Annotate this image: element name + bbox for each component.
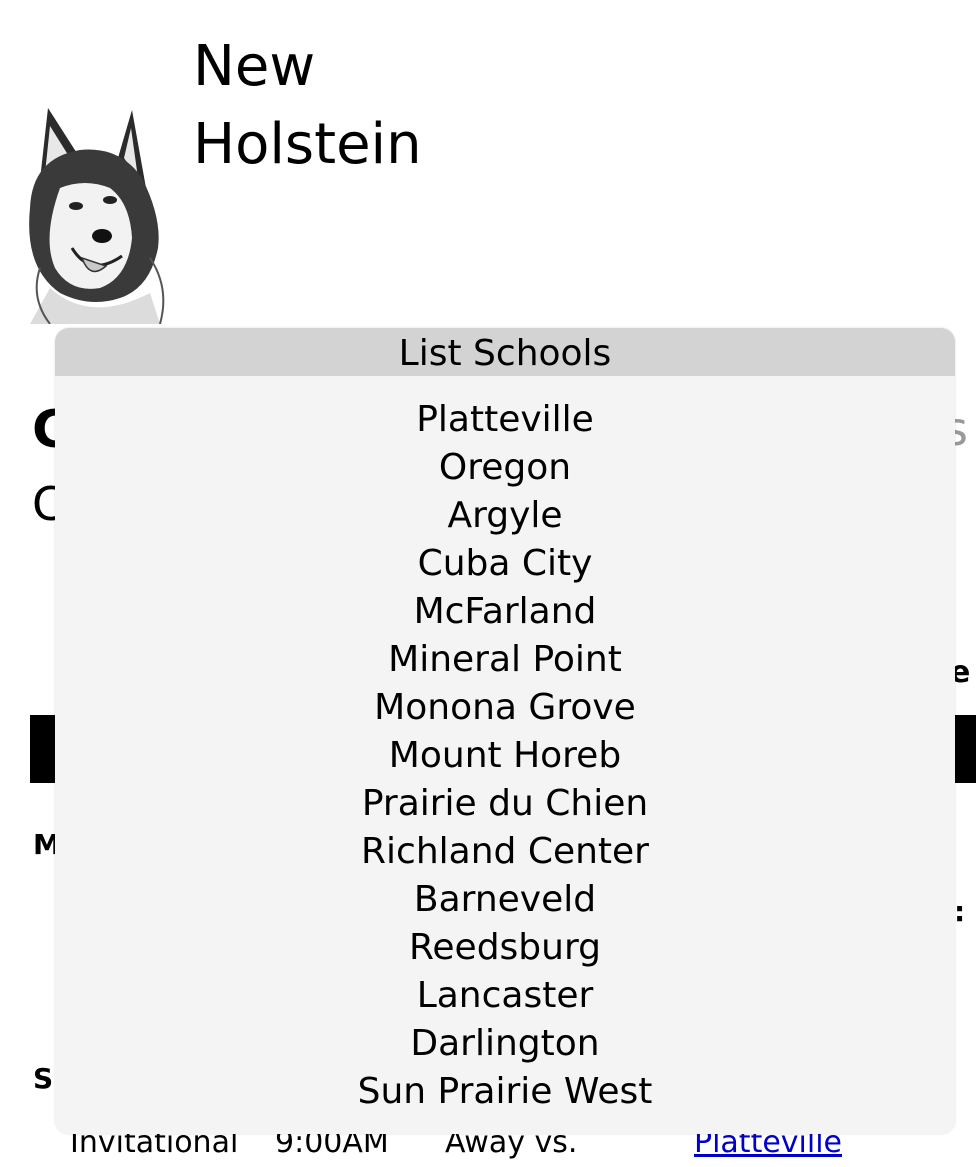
popup-title: List Schools	[55, 328, 955, 376]
schedule-label-fragment: S	[33, 1062, 54, 1095]
school-name: New Holstein	[193, 28, 422, 184]
school-item-oregon[interactable]: Oregon	[55, 444, 955, 492]
school-item-mount-horeb[interactable]: Mount Horeb	[55, 732, 955, 780]
school-name-line1: New	[193, 34, 316, 99]
school-name-line2: Holstein	[193, 112, 422, 177]
school-item-mineral-point[interactable]: Mineral Point	[55, 636, 955, 684]
school-item-monona-grove[interactable]: Monona Grove	[55, 684, 955, 732]
school-item-darlington[interactable]: Darlington	[55, 1020, 955, 1068]
school-item-sun-prairie-west[interactable]: Sun Prairie West	[55, 1068, 955, 1116]
school-item-cuba-city[interactable]: Cuba City	[55, 540, 955, 588]
school-item-platteville[interactable]: Platteville	[55, 396, 955, 444]
school-item-prairie-du-chien[interactable]: Prairie du Chien	[55, 780, 955, 828]
school-item-argyle[interactable]: Argyle	[55, 492, 955, 540]
school-item-mcfarland[interactable]: McFarland	[55, 588, 955, 636]
school-item-reedsburg[interactable]: Reedsburg	[55, 924, 955, 972]
time-fragment: :	[954, 895, 966, 928]
school-item-barneveld[interactable]: Barneveld	[55, 876, 955, 924]
school-item-lancaster[interactable]: Lancaster	[55, 972, 955, 1020]
list-schools-popup: List Schools Platteville Oregon Argyle C…	[55, 328, 955, 1134]
school-item-richland-center[interactable]: Richland Center	[55, 828, 955, 876]
husky-logo	[10, 88, 182, 325]
husky-logo-icon	[29, 108, 165, 325]
school-list: Platteville Oregon Argyle Cuba City McFa…	[55, 376, 955, 1116]
